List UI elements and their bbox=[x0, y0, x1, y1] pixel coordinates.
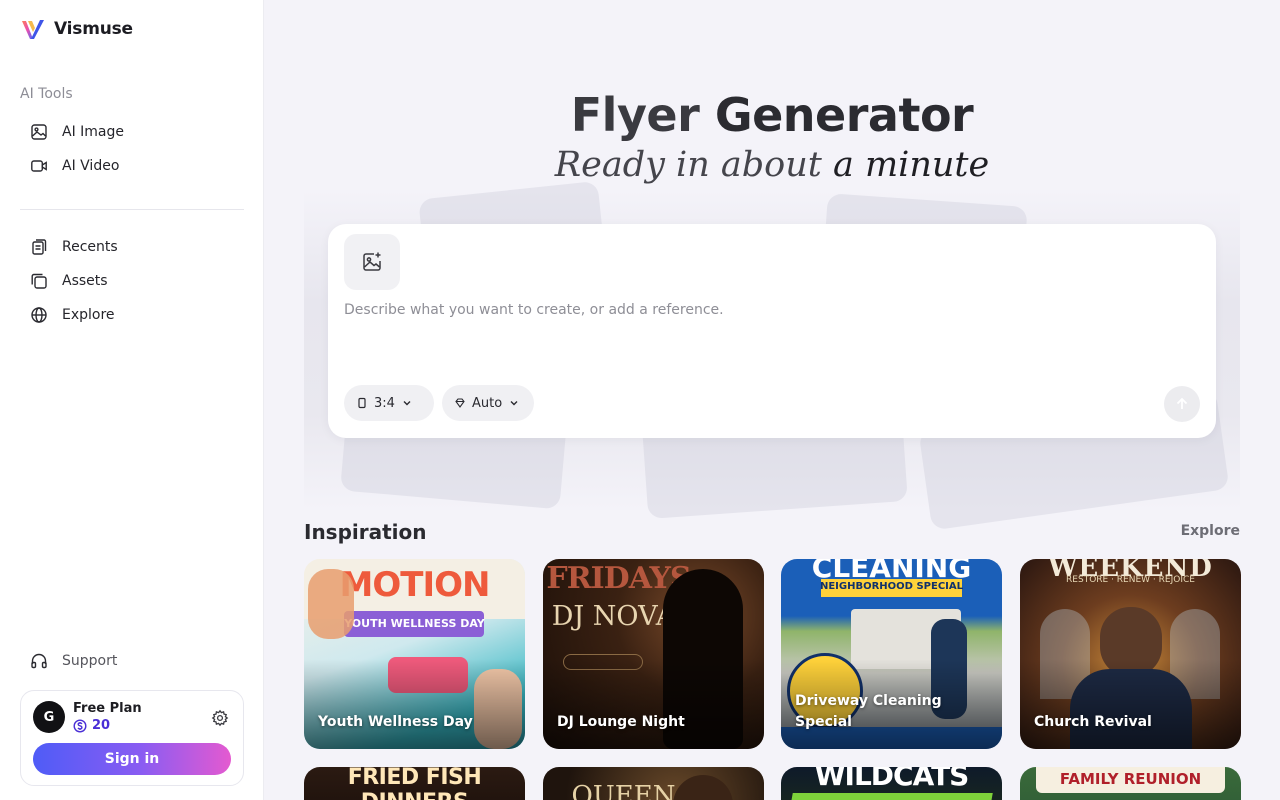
image-add-icon bbox=[363, 252, 381, 271]
avatar[interactable]: G bbox=[33, 701, 65, 733]
style-value: Auto bbox=[472, 395, 503, 411]
chevron-down-icon bbox=[510, 401, 518, 406]
subtitle-part-2: a minute bbox=[832, 145, 990, 185]
portrait-ratio-icon bbox=[358, 397, 366, 409]
sidebar-item-label: AI Image bbox=[62, 124, 125, 140]
brand[interactable]: Vismuse bbox=[20, 16, 133, 42]
inspiration-card-church-revival[interactable]: WEEKEND RESTORE · RENEW · REJOICE Church… bbox=[1020, 559, 1241, 749]
vismuse-logo-icon bbox=[22, 20, 44, 39]
globe-icon bbox=[31, 307, 47, 323]
credits-count: 20 bbox=[92, 718, 111, 733]
video-icon bbox=[31, 160, 47, 172]
recents-icon bbox=[32, 239, 47, 255]
title-word-1: Flyer bbox=[570, 88, 700, 142]
aspect-ratio-value: 3:4 bbox=[374, 395, 395, 411]
headphones-icon bbox=[31, 653, 47, 669]
inspiration-card-driveway-cleaning[interactable]: CLEANING NEIGHBORHOOD SPECIAL Driveway C… bbox=[781, 559, 1002, 749]
plan-card: G Free Plan 20 Sign in bbox=[20, 690, 244, 786]
inspiration-card-youth-wellness[interactable]: MOTION YOUTH WELLNESS DAY Youth Wellness… bbox=[304, 559, 525, 749]
card-art-title: FAMILY REUNION bbox=[1059, 770, 1202, 788]
inspiration-card-queen[interactable]: QUEEN bbox=[543, 767, 764, 800]
sidebar-item-label: AI Video bbox=[62, 158, 120, 174]
page-subtitle: Ready in about a minute bbox=[264, 145, 1280, 185]
card-label: Church Revival bbox=[1034, 714, 1152, 730]
sidebar-item-explore[interactable]: Explore bbox=[20, 298, 244, 332]
sidebar-item-ai-video[interactable]: AI Video bbox=[20, 149, 244, 183]
inspiration-card-dj-lounge[interactable]: FRIDAYS DJ NOVA DJ Lounge Night bbox=[543, 559, 764, 749]
coin-icon bbox=[73, 718, 87, 733]
sidebar-item-label: Recents bbox=[62, 239, 118, 255]
card-art-title: FRIED FISH DINNERS bbox=[347, 767, 482, 800]
sidebar-item-label: Support bbox=[62, 653, 118, 669]
inspiration-card-fried-fish[interactable]: FRIED FISH DINNERS bbox=[304, 767, 525, 800]
chevron-down-icon bbox=[403, 401, 411, 406]
credits-balance: 20 bbox=[73, 718, 110, 733]
assets-icon bbox=[31, 273, 47, 289]
sidebar-item-ai-image[interactable]: AI Image bbox=[20, 115, 244, 149]
support-section: Support bbox=[20, 644, 244, 678]
sidebar-item-support[interactable]: Support bbox=[20, 644, 244, 678]
diamond-icon bbox=[455, 398, 465, 408]
style-dropdown[interactable]: Auto bbox=[442, 385, 534, 421]
submit-button[interactable] bbox=[1164, 386, 1200, 422]
plan-name: Free Plan bbox=[73, 701, 142, 716]
add-reference-button[interactable] bbox=[344, 234, 400, 290]
sidebar-item-recents[interactable]: Recents bbox=[20, 230, 244, 264]
inspiration-title: Inspiration bbox=[304, 520, 427, 544]
aspect-ratio-dropdown[interactable]: 3:4 bbox=[344, 385, 434, 421]
sidebar: Vismuse AI Tools AI Image AI Video Recen… bbox=[0, 0, 264, 800]
ai-tools-nav: AI Image AI Video bbox=[20, 115, 244, 183]
sidebar-divider bbox=[20, 209, 244, 210]
card-label: Youth Wellness Day bbox=[318, 714, 473, 730]
arrow-up-icon bbox=[1176, 397, 1188, 409]
main-content: Flyer Generator Ready in about a minute … bbox=[264, 0, 1280, 800]
library-nav: Recents Assets Explore bbox=[20, 230, 244, 332]
card-label: DJ Lounge Night bbox=[557, 714, 685, 730]
gear-icon[interactable] bbox=[211, 709, 229, 727]
sidebar-item-assets[interactable]: Assets bbox=[20, 264, 244, 298]
inspiration-explore-link[interactable]: Explore bbox=[1181, 523, 1240, 539]
card-art-subtitle: RESTORE · RENEW · REJOICE bbox=[1066, 575, 1195, 585]
sidebar-item-label: Assets bbox=[62, 273, 108, 289]
prompt-card: 3:4 Auto bbox=[328, 224, 1216, 438]
card-art-subtitle: NEIGHBORHOOD SPECIAL bbox=[819, 581, 963, 592]
card-art-title: WILDCATS bbox=[814, 767, 970, 792]
page-title: Flyer Generator bbox=[264, 88, 1280, 142]
brand-name: Vismuse bbox=[54, 19, 133, 39]
prompt-input[interactable] bbox=[344, 298, 1184, 322]
image-icon bbox=[31, 124, 47, 140]
sign-in-button[interactable]: Sign in bbox=[33, 743, 231, 775]
inspiration-card-family-reunion[interactable]: FAMILY REUNION bbox=[1020, 767, 1241, 800]
inspiration-card-wildcats[interactable]: WILDCATS bbox=[781, 767, 1002, 800]
sidebar-item-label: Explore bbox=[62, 307, 115, 323]
ai-tools-label: AI Tools bbox=[20, 86, 73, 102]
card-label: Driveway Cleaning Special bbox=[795, 693, 942, 730]
title-word-2: Generator bbox=[714, 88, 974, 142]
subtitle-part-1: Ready in about bbox=[554, 145, 822, 185]
